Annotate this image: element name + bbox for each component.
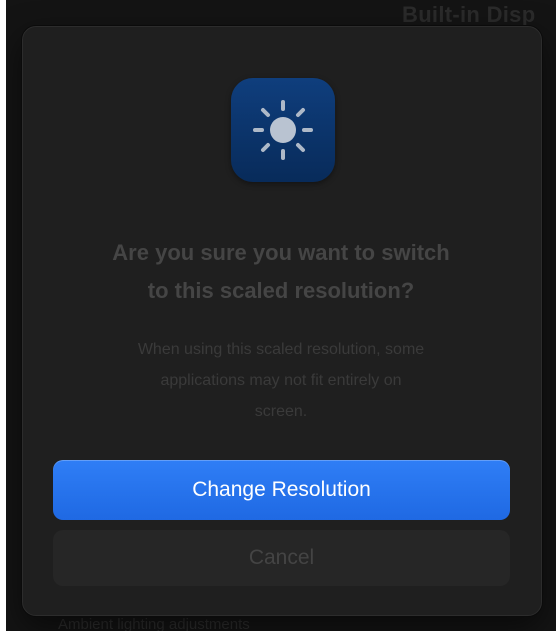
cancel-label: Cancel [248, 546, 315, 569]
message-line: applications may not fit entirely on [160, 372, 402, 389]
background-window-title: Built-in Disp [402, 2, 536, 27]
dialog-headline: Are you sure you want to switch to this … [22, 234, 540, 310]
headline-line: to this scaled resolution? [147, 278, 415, 303]
cancel-button[interactable]: Cancel [53, 530, 510, 586]
dialog-message: When using this scaled resolution, some … [22, 334, 540, 427]
change-resolution-button[interactable]: Change Resolution [53, 460, 510, 520]
left-edge-strip [0, 0, 6, 631]
change-resolution-label: Change Resolution [192, 478, 371, 501]
background-subtext: Ambient lighting adjustments [58, 616, 250, 631]
screen: Built-in Disp Ambient lighting adjustmen… [0, 0, 556, 631]
message-line: When using this scaled resolution, some [137, 341, 425, 358]
headline-line: Are you sure you want to switch [112, 240, 450, 265]
message-line: screen. [254, 403, 308, 420]
brightness-sun-icon [231, 78, 335, 182]
